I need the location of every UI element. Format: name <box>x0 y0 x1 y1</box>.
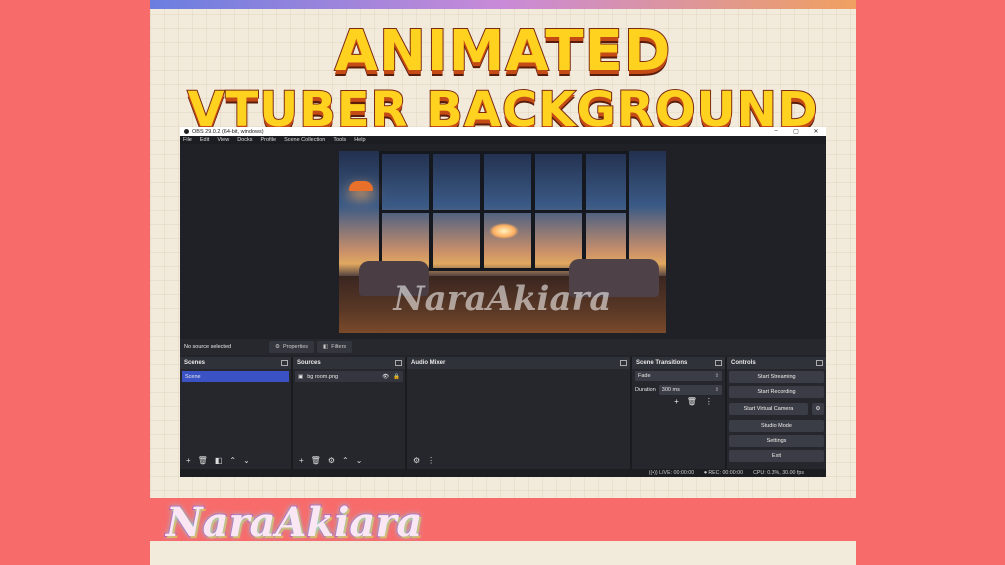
preview-watermark: NaraAkiara <box>393 279 612 319</box>
top-gradient-bar <box>150 0 856 9</box>
menu-docks[interactable]: Docks <box>237 137 252 143</box>
menu-scene-collection[interactable]: Scene Collection <box>284 137 325 143</box>
menu-tools[interactable]: Tools <box>333 137 346 143</box>
window-title: OBS 29.0.2 (64-bit, windows) <box>192 128 264 135</box>
studio-mode-button[interactable]: Studio Mode <box>729 420 824 432</box>
scene-transitions-dock: Scene Transitions Fade ⇕ Duration 300 ms ⇕… <box>632 357 725 469</box>
virtual-camera-settings-button[interactable]: ⚙ <box>812 403 824 415</box>
remove-source-button[interactable]: 🗑 <box>311 456 321 465</box>
start-streaming-button[interactable]: Start Streaming <box>729 371 824 383</box>
undock-icon[interactable] <box>281 360 288 366</box>
add-transition-button[interactable]: + <box>674 397 679 406</box>
status-bar: ((•)) LIVE: 00:00:00 ⏺ REC: 00:00:00 CPU… <box>180 469 826 477</box>
record-icon: ⏺ <box>704 469 707 476</box>
menu-profile[interactable]: Profile <box>260 137 276 143</box>
obs-logo-icon <box>184 129 189 134</box>
controls-title: Controls <box>731 360 756 366</box>
signature-logo: NaraAkiara <box>165 498 423 547</box>
move-up-button[interactable]: ⌃ <box>229 456 236 465</box>
undock-icon[interactable] <box>395 360 402 366</box>
move-down-button[interactable]: ⌄ <box>243 456 250 465</box>
source-properties-button[interactable]: ⚙ <box>328 456 335 465</box>
menu-file[interactable]: File <box>183 137 192 143</box>
source-item-label: bg room.png <box>307 373 339 380</box>
sources-title: Sources <box>297 360 321 366</box>
sources-dock: Sources ▣ bg room.png 👁 🔒 + 🗑 ⚙ ⌃ ⌄ <box>293 357 405 469</box>
obs-window: OBS 29.0.2 (64-bit, windows) – ▢ ✕ File … <box>180 127 826 477</box>
scene-transitions-title: Scene Transitions <box>636 360 688 366</box>
source-item[interactable]: ▣ bg room.png 👁 🔒 <box>295 371 403 382</box>
exit-button[interactable]: Exit <box>729 450 824 462</box>
filters-label: Filters <box>331 344 347 350</box>
lamp-illustration <box>349 181 373 191</box>
gear-icon: ⚙ <box>815 406 821 412</box>
transition-menu-button[interactable]: ⋮ <box>705 397 713 406</box>
mixer-menu-button[interactable]: ⋮ <box>427 456 435 465</box>
transition-select[interactable]: Fade ⇕ <box>635 371 722 381</box>
cpu-status: CPU: 0.3%, 30.00 fps <box>753 470 804 476</box>
undock-icon[interactable] <box>715 360 722 366</box>
duration-input[interactable]: 300 ms ⇕ <box>658 385 722 395</box>
rec-status: ⏺ REC: 00:00:00 <box>704 469 744 476</box>
add-scene-button[interactable]: + <box>186 456 191 465</box>
window-illustration <box>379 151 629 271</box>
maximize-button[interactable]: ▢ <box>786 128 806 135</box>
preview-area[interactable]: NaraAkiara <box>180 144 826 339</box>
dock-area: Scenes Scene + 🗑 ◧ ⌃ ⌄ Sources ▣ bg room… <box>180 357 826 469</box>
duration-label: Duration <box>635 387 656 393</box>
settings-button[interactable]: Settings <box>729 435 824 447</box>
scene-filters-button[interactable]: ◧ <box>215 456 223 465</box>
controls-dock: Controls Start Streaming Start Recording… <box>727 357 826 469</box>
menu-edit[interactable]: Edit <box>200 137 209 143</box>
audio-mixer-dock: Audio Mixer ⚙ ⋮ <box>407 357 630 469</box>
source-down-button[interactable]: ⌄ <box>356 456 363 465</box>
undock-icon[interactable] <box>816 360 823 366</box>
title-bar: OBS 29.0.2 (64-bit, windows) – ▢ ✕ <box>180 127 826 136</box>
hero-title-line1: ANIMATED <box>334 19 672 85</box>
image-icon: ▣ <box>298 373 304 380</box>
source-status: No source selected <box>184 344 232 350</box>
filters-icon: ◧ <box>323 344 329 350</box>
live-status: ((•)) LIVE: 00:00:00 <box>648 470 695 476</box>
properties-label: Properties <box>282 344 309 350</box>
gear-icon: ⚙ <box>275 344 280 350</box>
remove-transition-button[interactable]: 🗑 <box>687 397 697 406</box>
lock-icon[interactable]: 🔒 <box>393 374 400 380</box>
menu-bar: File Edit View Docks Profile Scene Colle… <box>180 136 826 144</box>
advanced-audio-button[interactable]: ⚙ <box>413 456 420 465</box>
scene-item[interactable]: Scene <box>182 371 289 382</box>
source-up-button[interactable]: ⌃ <box>342 456 349 465</box>
add-source-button[interactable]: + <box>299 456 304 465</box>
sunset-illustration <box>489 223 519 239</box>
filters-button[interactable]: ◧ Filters <box>317 341 353 353</box>
undock-icon[interactable] <box>620 360 627 366</box>
close-button[interactable]: ✕ <box>806 128 826 135</box>
start-recording-button[interactable]: Start Recording <box>729 386 824 398</box>
broadcast-icon: ((•)) <box>648 470 658 476</box>
scenes-dock: Scenes Scene + 🗑 ◧ ⌃ ⌄ <box>180 357 291 469</box>
menu-help[interactable]: Help <box>354 137 365 143</box>
start-virtual-camera-button[interactable]: Start Virtual Camera <box>729 403 808 415</box>
source-toolbar: No source selected ⚙ Properties ◧ Filter… <box>180 339 826 355</box>
scenes-title: Scenes <box>184 360 206 366</box>
visibility-eye-icon[interactable]: 👁 <box>382 374 389 380</box>
scene-preview-image: NaraAkiara <box>339 151 666 333</box>
minimize-button[interactable]: – <box>766 128 786 135</box>
audio-mixer-title: Audio Mixer <box>411 360 446 366</box>
menu-view[interactable]: View <box>217 137 229 143</box>
remove-scene-button[interactable]: 🗑 <box>198 456 208 465</box>
properties-button[interactable]: ⚙ Properties <box>269 341 315 353</box>
